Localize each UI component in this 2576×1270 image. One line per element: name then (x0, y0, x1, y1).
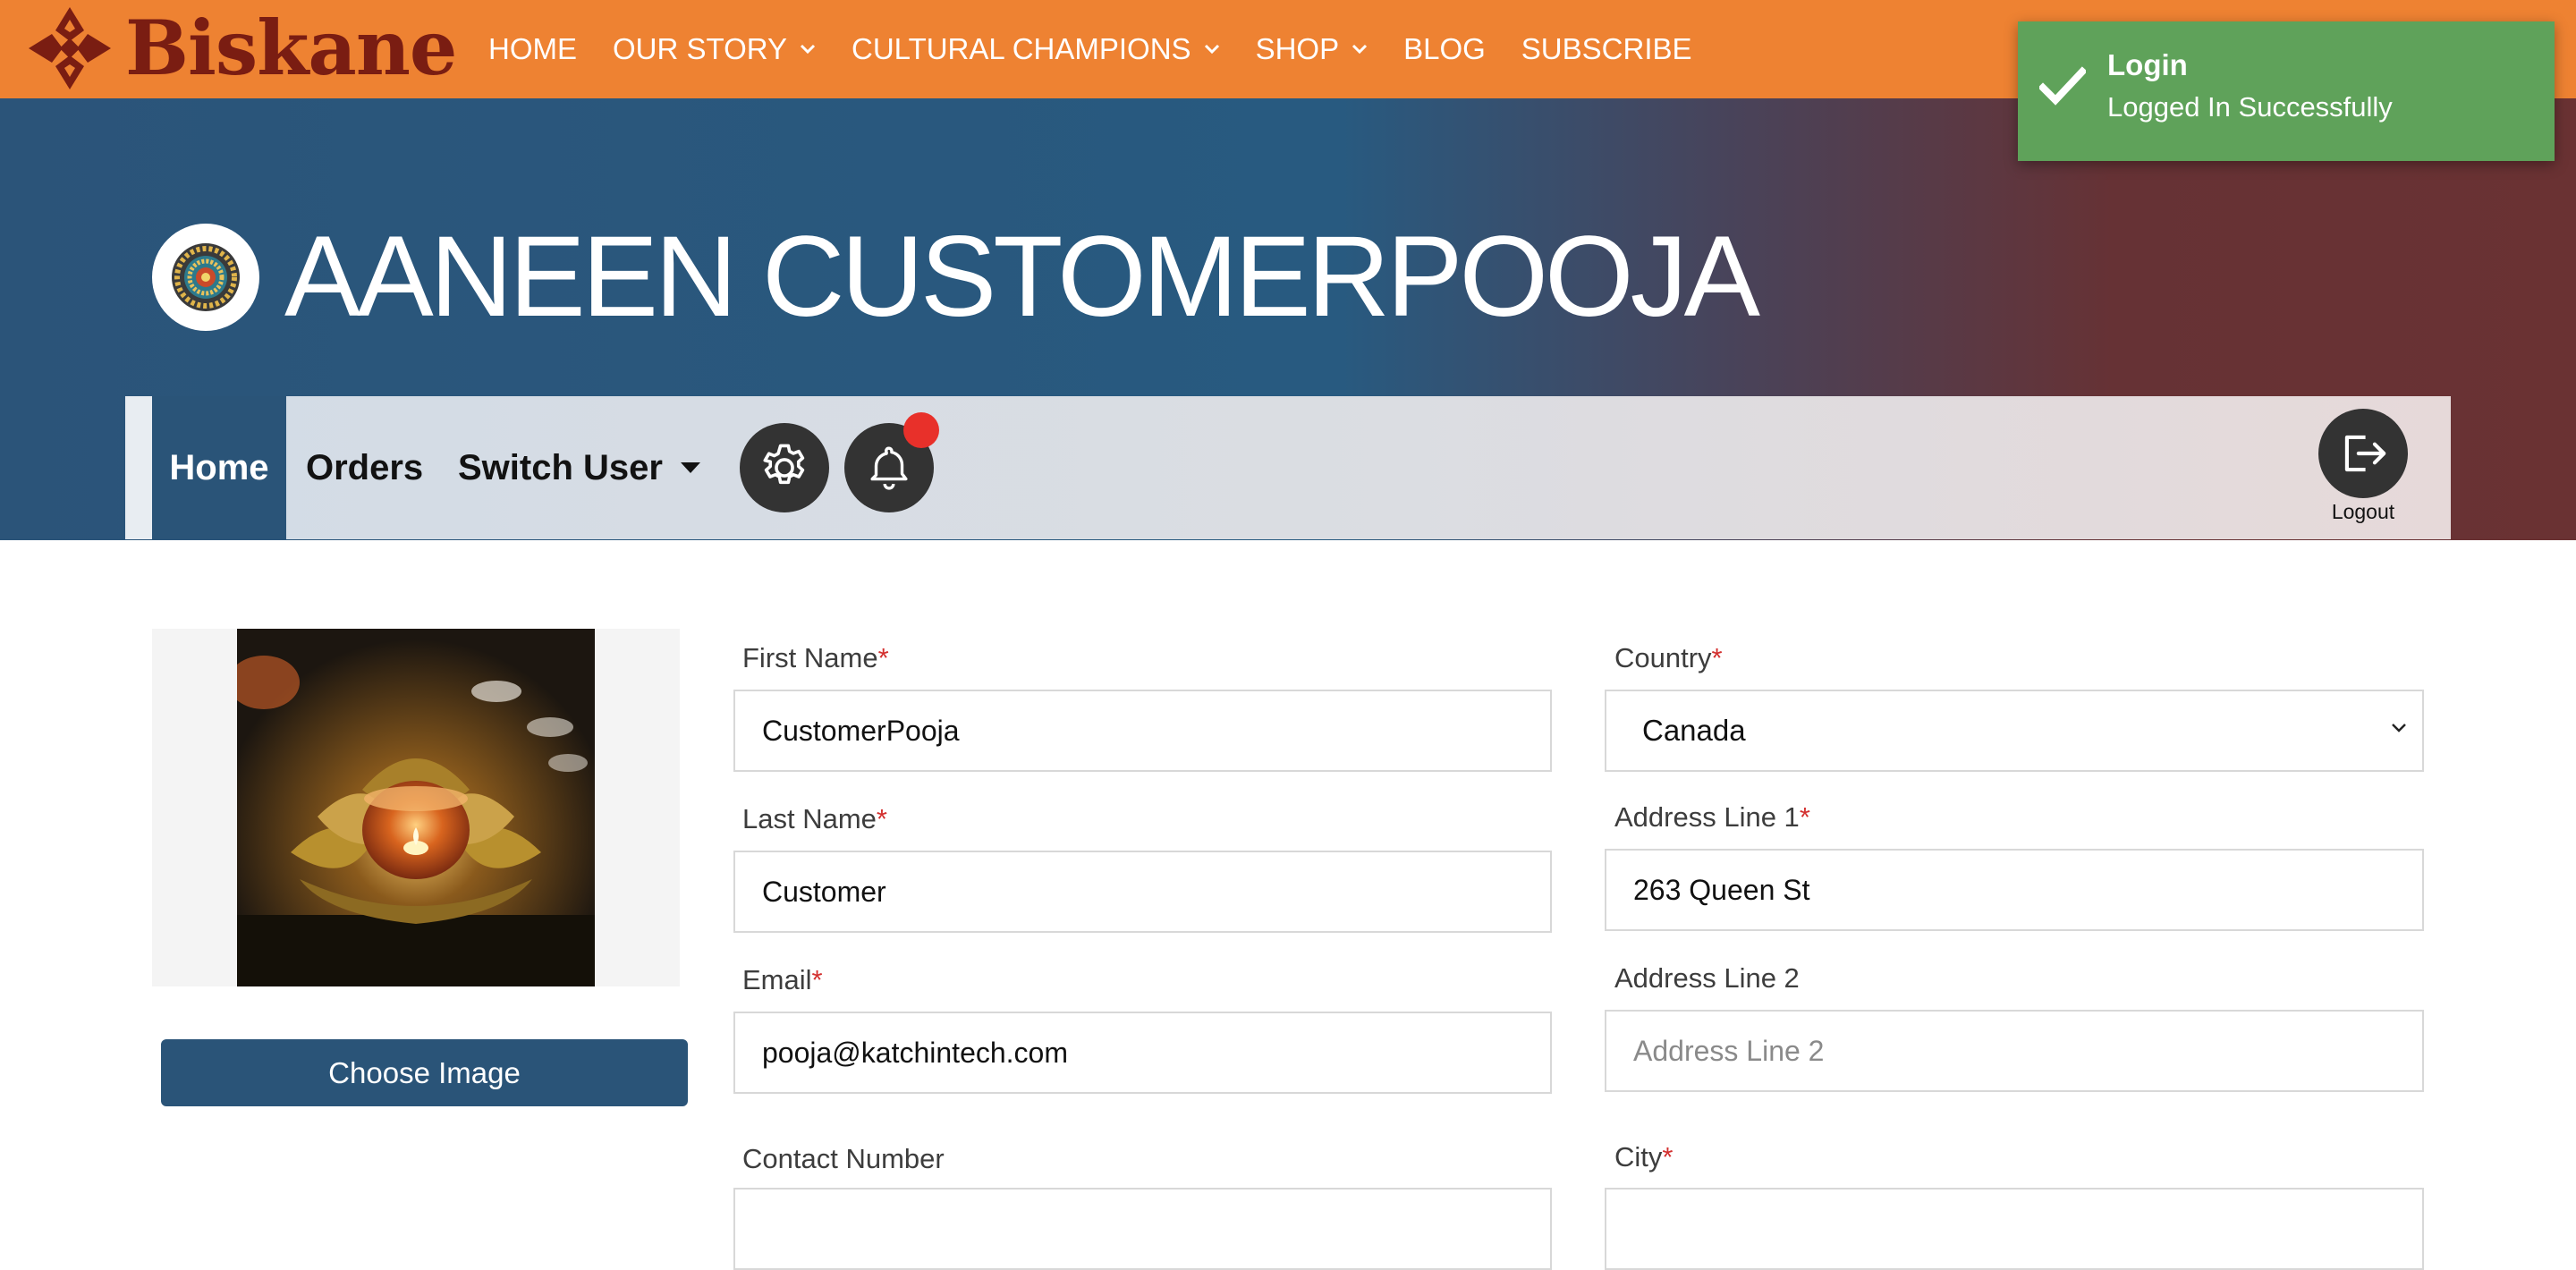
switch-user-label: Switch User (458, 447, 663, 487)
nav-blog-label: BLOG (1403, 32, 1486, 65)
profile-name: AANEEN CUSTOMERPOOJA (284, 213, 1760, 341)
required-marker: * (1711, 642, 1723, 673)
avatar (152, 224, 259, 331)
country-selected-value: Canada (1642, 714, 1746, 747)
notification-badge (903, 412, 939, 448)
caret-down-icon (680, 462, 700, 473)
nav-subscribe-label: SUBSCRIBE (1521, 32, 1692, 65)
nav-cultural-champions[interactable]: CULTURAL CHAMPIONS (852, 32, 1220, 66)
tab-orders[interactable]: Orders (306, 396, 423, 539)
toast-message: Logged In Successfully (2107, 91, 2393, 123)
check-icon (2039, 66, 2086, 106)
toast-title: Login (2107, 48, 2188, 81)
bell-icon (870, 446, 908, 490)
nav-shop[interactable]: SHOP (1256, 32, 1368, 66)
last-name-label-text: Last Name (742, 803, 877, 834)
required-marker: * (1662, 1141, 1674, 1173)
chevron-down-icon (1204, 44, 1219, 55)
settings-button[interactable] (740, 423, 829, 512)
country-select[interactable]: Canada (1605, 690, 2424, 772)
chevron-down-icon (1352, 44, 1368, 55)
address-line-1-input[interactable] (1605, 849, 2424, 931)
account-subnav: Home Orders Switch User Logout (125, 396, 2451, 539)
lotus-candle-photo (237, 629, 595, 986)
last-name-input[interactable] (733, 851, 1552, 933)
logout-label[interactable]: Logout (2309, 500, 2417, 524)
country-label-text: Country (1614, 642, 1712, 673)
email-field[interactable] (733, 1012, 1552, 1094)
subnav-edge (125, 396, 152, 539)
tab-orders-label: Orders (306, 447, 424, 487)
brand-emblem-icon (29, 7, 111, 89)
tab-home[interactable]: Home (152, 396, 286, 539)
choose-image-button[interactable]: Choose Image (161, 1039, 688, 1106)
contact-number-input[interactable] (733, 1188, 1552, 1270)
city-input[interactable] (1605, 1188, 2424, 1270)
nav-our-story[interactable]: OUR STORY (613, 32, 816, 66)
nav-subscribe[interactable]: SUBSCRIBE (1521, 32, 1692, 66)
address-line-2-label: Address Line 2 (1614, 962, 1800, 994)
login-toast[interactable]: Login Logged In Successfully (2018, 21, 2555, 161)
brand-name: Biskane (125, 4, 457, 92)
tab-home-label: Home (169, 447, 269, 487)
profile-hero: AANEEN CUSTOMERPOOJA Home Orders Switch … (0, 98, 2576, 540)
first-name-label-text: First Name (742, 642, 878, 673)
email-label-text: Email (742, 964, 812, 995)
address-line-1-label-text: Address Line 1 (1614, 801, 1800, 833)
chevron-down-icon (800, 44, 816, 55)
required-marker: * (1799, 801, 1810, 833)
required-marker: * (811, 964, 823, 995)
nav-home-label: HOME (488, 32, 577, 65)
medallion-avatar-icon (172, 243, 240, 311)
logout-button[interactable] (2318, 409, 2408, 498)
logout-icon (2344, 435, 2386, 472)
gear-icon (763, 444, 805, 485)
required-marker: * (877, 642, 889, 673)
address-line-1-label: Address Line 1* (1614, 801, 1810, 834)
city-label-text: City (1614, 1141, 1663, 1173)
switch-user-dropdown[interactable]: Switch User (458, 396, 700, 539)
contact-number-label: Contact Number (742, 1143, 945, 1174)
main-nav: HOME OUR STORY CULTURAL CHAMPIONS SHOP B… (488, 0, 1728, 98)
first-name-label: First Name* (742, 642, 889, 674)
nav-shop-label: SHOP (1255, 32, 1340, 65)
nav-home[interactable]: HOME (488, 32, 577, 66)
last-name-label: Last Name* (742, 803, 887, 835)
first-name-input[interactable] (733, 690, 1552, 772)
brand-logo[interactable]: Biskane (27, 4, 457, 92)
required-marker: * (876, 803, 887, 834)
nav-cultural-champions-label: CULTURAL CHAMPIONS (852, 32, 1191, 65)
chevron-down-icon (2392, 724, 2406, 732)
country-label: Country* (1614, 642, 1723, 674)
address-line-2-input[interactable] (1605, 1010, 2424, 1092)
nav-our-story-label: OUR STORY (613, 32, 787, 65)
nav-blog[interactable]: BLOG (1403, 32, 1486, 66)
profile-image-frame (152, 629, 680, 986)
city-label: City* (1614, 1141, 1673, 1173)
email-label: Email* (742, 964, 823, 996)
